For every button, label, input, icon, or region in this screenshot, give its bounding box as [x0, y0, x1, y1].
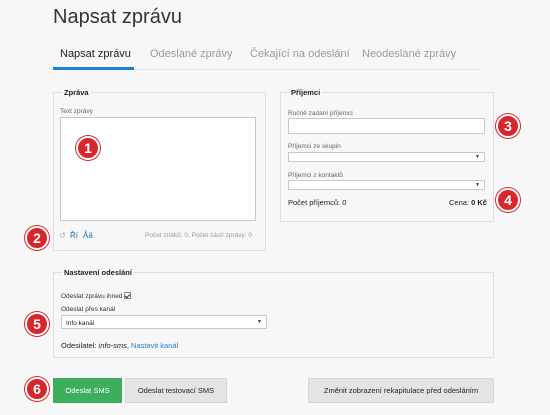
- sender-line: Odesilatel: info-sms, Nastavit kanál: [61, 341, 178, 350]
- group-recipients-label: Příjemci ze skupin: [288, 143, 341, 150]
- tab-pending[interactable]: Čekající na odeslání: [250, 48, 350, 60]
- diacritics-tool[interactable]: Ří: [70, 231, 78, 240]
- price-display: Cena: 0 Kč: [449, 198, 487, 207]
- tab-unsent[interactable]: Neodeslané zprávy: [362, 48, 456, 60]
- send-sms-button[interactable]: Odeslat SMS: [53, 378, 122, 403]
- chevron-down-icon: ▼: [257, 319, 262, 325]
- badge-4: 4: [496, 188, 520, 212]
- send-now-option: Odeslat zprávu ihned: [61, 292, 132, 300]
- manual-recipients-input[interactable]: [288, 118, 485, 134]
- channel-label: Odeslat přes kanál: [61, 306, 116, 313]
- message-text-label: Text zprávy: [60, 108, 93, 115]
- toggle-summary-button[interactable]: Změnit zobrazení rekapitulace před odesl…: [308, 378, 494, 403]
- badge-2: 2: [25, 226, 49, 250]
- sender-label: Odesilatel:: [61, 341, 99, 350]
- badge-3: 3: [496, 114, 520, 138]
- special-chars-tool[interactable]: Åä: [83, 231, 93, 240]
- contact-recipients-select[interactable]: ▼: [288, 180, 485, 190]
- message-textarea[interactable]: [60, 117, 256, 221]
- contact-recipients-label: Příjemci z kontaktů: [288, 172, 343, 179]
- recipient-count: Počet příjemců: 0: [288, 198, 347, 207]
- send-now-checkbox[interactable]: [124, 292, 132, 299]
- chevron-down-icon: ▼: [475, 182, 480, 188]
- tab-sent[interactable]: Odeslané zprávy: [150, 48, 233, 60]
- tab-compose[interactable]: Napsat zprávu: [60, 48, 131, 60]
- send-test-sms-button[interactable]: Odeslat testovací SMS: [125, 378, 227, 403]
- sender-value: info-sms: [98, 341, 127, 350]
- send-now-label: Odeslat zprávu ihned: [61, 293, 123, 300]
- price-label: Cena:: [449, 198, 472, 207]
- recipients-legend: Příjemci: [291, 88, 321, 97]
- badge-6: 6: [25, 377, 49, 401]
- message-legend: Zpráva: [64, 88, 89, 97]
- chevron-down-icon: ▼: [475, 154, 480, 160]
- tab-bar: Napsat zprávu Odeslané zprávy Čekající n…: [53, 48, 481, 70]
- channel-value: Info kanál: [66, 320, 95, 327]
- settings-legend: Nastavení odeslání: [64, 268, 132, 277]
- undo-icon[interactable]: ↺: [59, 231, 66, 240]
- manual-recipients-label: Ručně zadaní příjemci: [288, 110, 353, 117]
- page-title: Napsat zprávu: [53, 6, 182, 28]
- character-counter: Počet znaků: 0, Počet částí zprávy: 0: [145, 232, 252, 239]
- badge-5: 5: [25, 312, 49, 336]
- set-channel-link[interactable]: Nastavit kanál: [131, 341, 178, 350]
- price-value: 0 Kč: [471, 198, 487, 207]
- channel-select[interactable]: Info kanál ▼: [61, 315, 267, 329]
- group-recipients-select[interactable]: ▼: [288, 152, 485, 162]
- badge-1: 1: [76, 136, 100, 160]
- active-tab-indicator: [53, 67, 134, 70]
